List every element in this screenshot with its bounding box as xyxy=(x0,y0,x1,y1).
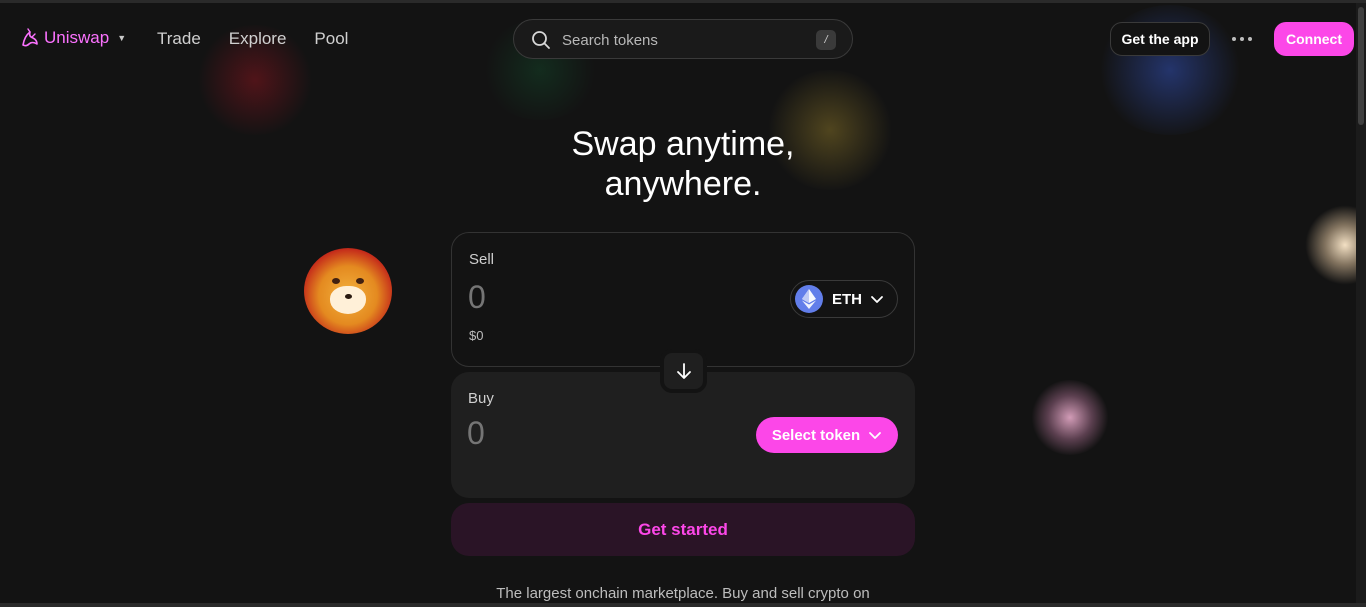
more-dot xyxy=(1248,37,1252,41)
nav-trade[interactable]: Trade xyxy=(157,29,201,49)
search-input[interactable] xyxy=(562,28,802,52)
brand-logo[interactable]: Uniswap ▼ xyxy=(20,28,126,48)
select-token-label: Select token xyxy=(771,426,861,444)
sell-amount-input[interactable] xyxy=(468,279,728,316)
more-dot xyxy=(1232,37,1236,41)
main-nav: Trade Explore Pool xyxy=(157,29,348,49)
brand-dropdown-caret-icon[interactable]: ▼ xyxy=(117,33,126,43)
switch-tokens-button[interactable] xyxy=(660,349,707,393)
more-horizontal-icon[interactable] xyxy=(1226,28,1258,50)
hero-title: Swap anytime, anywhere. xyxy=(450,124,916,204)
search-shortcut-key: / xyxy=(816,30,836,50)
buy-label: Buy xyxy=(468,390,494,407)
nav-pool[interactable]: Pool xyxy=(314,29,348,49)
select-token-button[interactable]: Select token xyxy=(756,417,898,453)
buy-amount-input[interactable] xyxy=(467,415,727,452)
hero-title-line2: anywhere. xyxy=(604,165,762,203)
sell-panel: Sell $0 ETH xyxy=(451,232,915,367)
chevron-down-icon xyxy=(871,296,883,303)
shib-token-icon xyxy=(304,248,392,334)
connect-button[interactable]: Connect xyxy=(1274,22,1354,56)
sell-token-selector[interactable]: ETH xyxy=(790,280,898,318)
chevron-down-icon xyxy=(869,432,882,439)
scrollbar-thumb[interactable] xyxy=(1358,7,1364,125)
get-the-app-button[interactable]: Get the app xyxy=(1110,22,1210,56)
search-bar[interactable]: / xyxy=(513,19,853,59)
shib-eye-left xyxy=(332,278,340,284)
hero-title-line1: Swap anytime, xyxy=(571,125,795,163)
shib-eye-right xyxy=(356,278,364,284)
arrow-down-icon xyxy=(676,363,691,379)
sell-label: Sell xyxy=(469,251,495,268)
eth-diamond-icon xyxy=(802,289,816,309)
search-icon xyxy=(532,31,550,49)
sell-usd-value: $0 xyxy=(469,328,484,343)
more-dot xyxy=(1240,37,1244,41)
eth-icon xyxy=(795,285,823,313)
brand-name: Uniswap xyxy=(44,28,110,47)
nav-explore[interactable]: Explore xyxy=(229,29,287,49)
scrollbar[interactable] xyxy=(1356,3,1366,603)
background-token-blur-pink xyxy=(1030,380,1110,455)
shib-face xyxy=(330,286,366,314)
sell-token-symbol: ETH xyxy=(832,290,862,308)
tagline: The largest onchain marketplace. Buy and… xyxy=(496,585,870,602)
window-bottom-border xyxy=(0,603,1366,607)
get-started-button[interactable]: Get started xyxy=(451,503,915,556)
unicorn-logo-icon xyxy=(22,28,38,47)
window-top-border xyxy=(0,0,1366,3)
shib-nose xyxy=(345,294,352,299)
